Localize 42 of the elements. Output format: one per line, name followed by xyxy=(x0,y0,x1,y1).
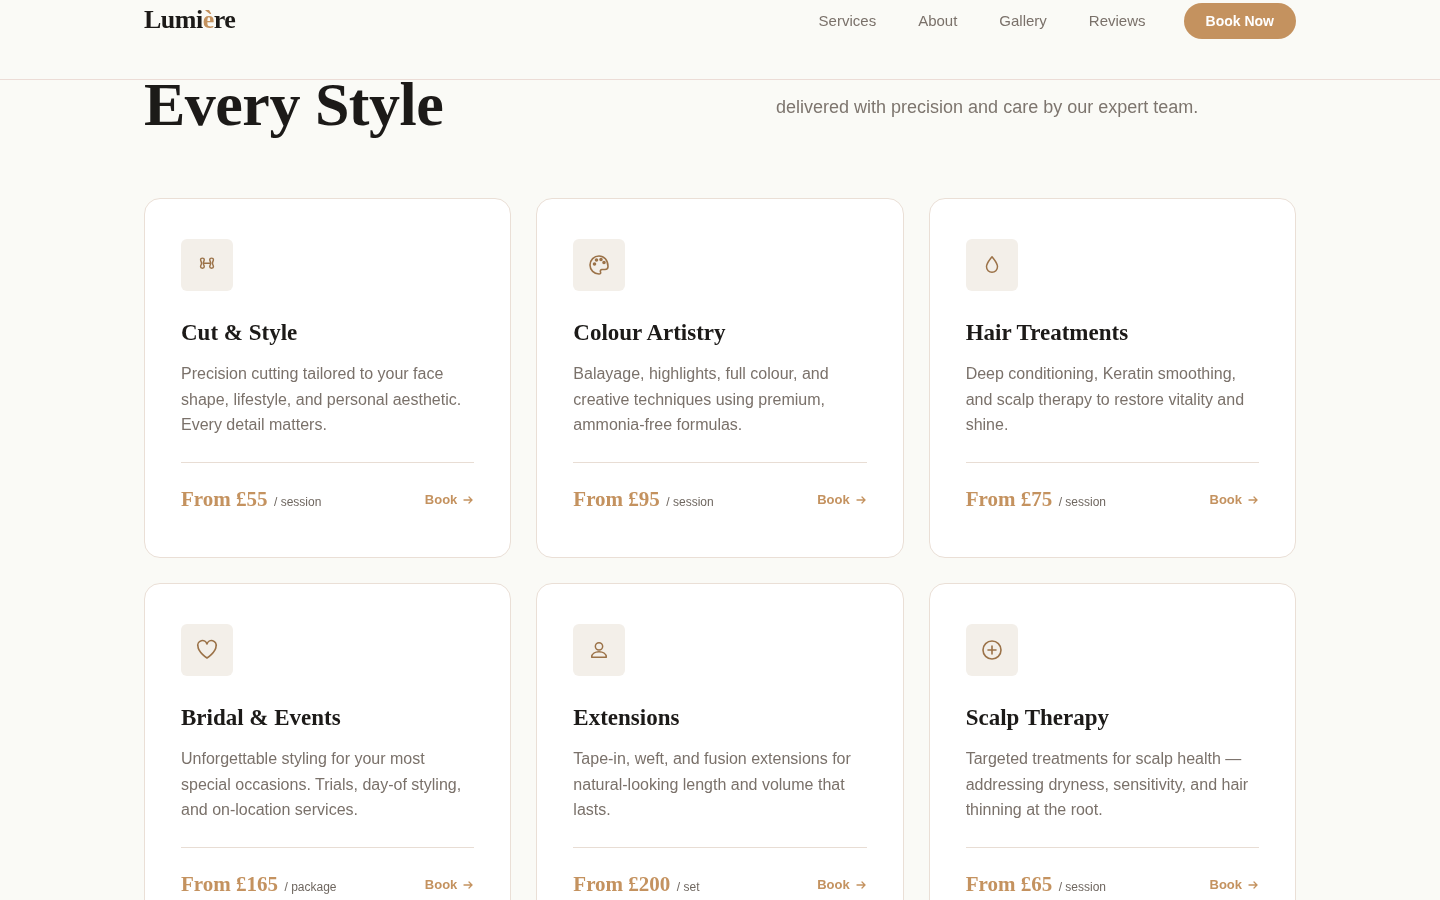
nav-link[interactable]: Gallery xyxy=(999,3,1047,39)
drop-icon xyxy=(965,239,1018,291)
service-description: Tape-in, weft, and fusion extensions for natural-looking length and volume that lasts. xyxy=(573,749,852,821)
price-unit: / session xyxy=(273,495,322,509)
book-link[interactable]: Book xyxy=(424,877,475,892)
service-price: From £65 xyxy=(965,872,1053,896)
service-description: Balayage, highlights, full colour, and creative techniques using premium, ammonia-free formulas. xyxy=(573,364,830,436)
service-description: Deep conditioning, Keratin smoothing, and scalp therapy to restore vitality and shine. xyxy=(965,364,1246,436)
service-price: From £165 xyxy=(181,872,278,896)
price-unit: / package xyxy=(284,880,337,894)
nav-link[interactable]: Reviews xyxy=(1088,3,1146,39)
palette-icon xyxy=(573,239,626,291)
service-price: From £75 xyxy=(965,487,1053,511)
section-description: delivered with precision and care by our expert team. xyxy=(776,96,1200,119)
service-description: Unforgettable styling for your most special occasions. Trials, day-of styling, and on-location services. xyxy=(181,749,463,821)
book-link[interactable]: Book xyxy=(1209,492,1259,507)
nav-link[interactable]: About xyxy=(918,3,958,39)
service-price: From £55 xyxy=(181,487,268,511)
nav-link[interactable]: Services xyxy=(818,3,877,39)
bone-icon xyxy=(181,239,233,291)
service-title: Hair Treatments xyxy=(965,319,1130,347)
person-icon xyxy=(573,624,626,676)
book-link[interactable]: Book xyxy=(817,492,867,507)
service-title: Bridal & Events xyxy=(181,704,342,732)
service-title: Scalp Therapy xyxy=(965,704,1110,732)
book-now-button[interactable]: Book Now xyxy=(1183,3,1296,39)
book-link[interactable]: Book xyxy=(817,877,867,892)
logo[interactable]: Lumière xyxy=(144,5,236,35)
service-title: Extensions xyxy=(573,704,681,732)
section-heading: Every Style xyxy=(144,69,444,136)
book-link[interactable]: Book xyxy=(1209,877,1259,892)
service-description: Precision cutting tailored to your face shape, lifestyle, and personal aesthetic. Every detail matters. xyxy=(181,364,463,436)
price-unit: / set xyxy=(676,880,700,894)
service-price: From £95 xyxy=(573,487,660,511)
service-title: Cut & Style xyxy=(181,319,299,347)
service-description: Targeted treatments for scalp health — addressing dryness, sensitivity, and hair thinning at the root. xyxy=(965,749,1250,821)
book-link[interactable]: Book xyxy=(424,492,475,507)
price-unit: / session xyxy=(1058,880,1106,894)
service-price: From £200 xyxy=(573,872,671,896)
service-title: Colour Artistry xyxy=(573,319,727,347)
price-unit: / session xyxy=(666,495,714,509)
price-unit: / session xyxy=(1058,495,1106,509)
